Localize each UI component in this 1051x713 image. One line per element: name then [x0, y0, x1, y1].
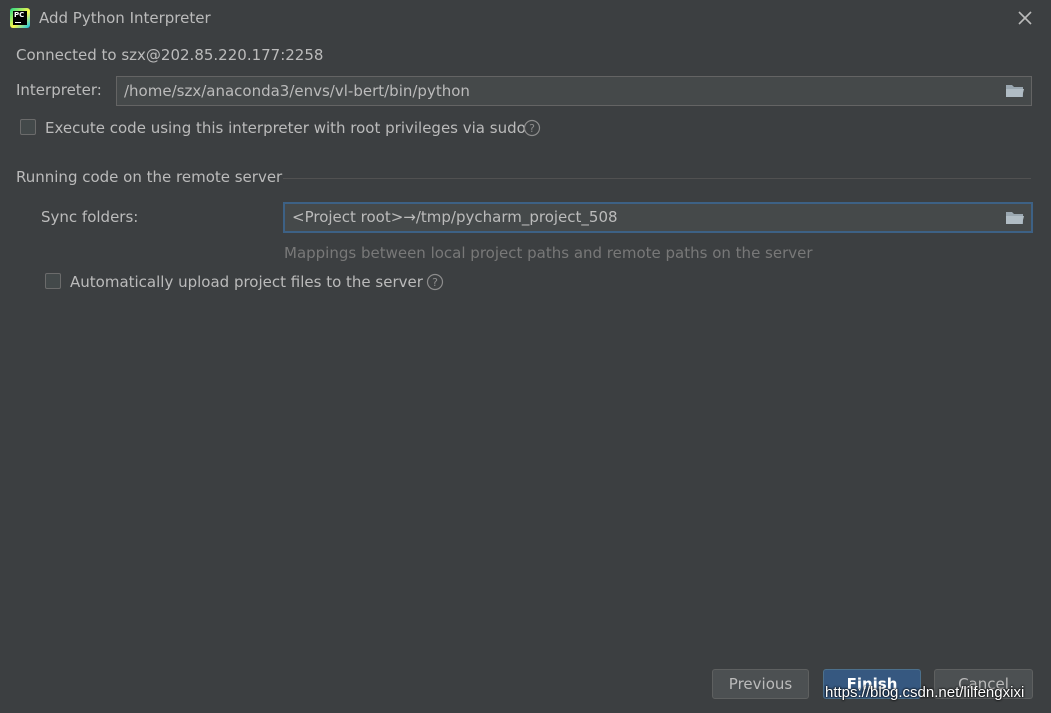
sync-folders-label: Sync folders:: [41, 208, 139, 226]
svg-text:?: ?: [432, 276, 438, 289]
svg-text:?: ?: [529, 122, 535, 135]
section-divider: [283, 178, 1031, 179]
auto-upload-checkbox[interactable]: [45, 273, 61, 289]
sync-folders-field[interactable]: <Project root>→/tmp/pycharm_project_508: [283, 202, 1033, 233]
pycharm-icon: PC: [10, 8, 30, 28]
dialog-title: Add Python Interpreter: [39, 9, 211, 27]
sudo-checkbox[interactable]: [20, 119, 36, 135]
interpreter-path-value: /home/szx/anaconda3/envs/vl-bert/bin/pyt…: [124, 82, 470, 100]
remote-section-title: Running code on the remote server: [16, 168, 283, 186]
interpreter-label: Interpreter:: [16, 81, 102, 99]
interpreter-path-field[interactable]: /home/szx/anaconda3/envs/vl-bert/bin/pyt…: [116, 76, 1032, 106]
previous-button[interactable]: Previous: [712, 669, 809, 699]
folder-icon[interactable]: [1005, 83, 1025, 99]
help-icon[interactable]: ?: [426, 273, 444, 291]
close-icon[interactable]: [1015, 8, 1035, 28]
help-icon[interactable]: ?: [523, 119, 541, 137]
sync-folders-value: <Project root>→/tmp/pycharm_project_508: [292, 208, 618, 226]
watermark-text: https://blog.csdn.net/lilfengxixi: [825, 684, 1025, 701]
add-python-interpreter-dialog: PC Add Python Interpreter Connected to s…: [0, 0, 1051, 713]
sync-folders-hint: Mappings between local project paths and…: [284, 244, 813, 262]
sudo-checkbox-label: Execute code using this interpreter with…: [45, 119, 526, 137]
title-bar: PC Add Python Interpreter: [0, 0, 1051, 38]
folder-icon[interactable]: [1005, 210, 1025, 226]
auto-upload-label: Automatically upload project files to th…: [70, 273, 423, 291]
connection-status: Connected to szx@202.85.220.177:2258: [16, 46, 324, 64]
